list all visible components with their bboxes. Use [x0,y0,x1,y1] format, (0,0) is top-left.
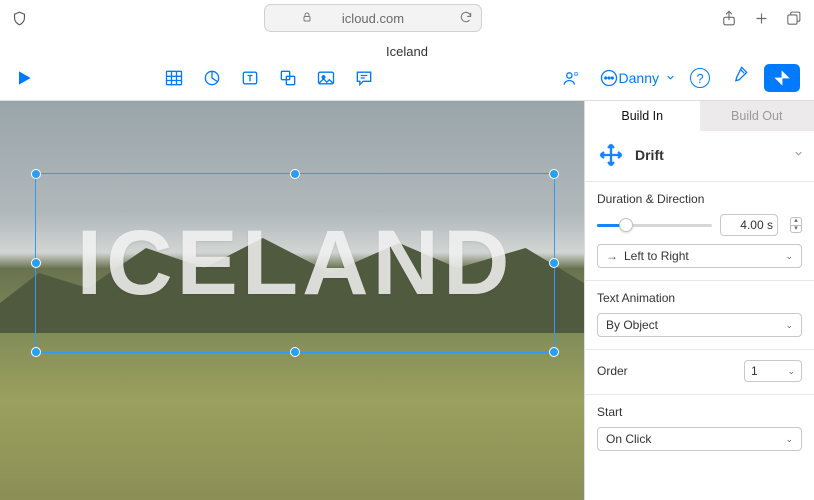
refresh-icon[interactable] [459,10,473,27]
insert-chart-icon[interactable] [202,68,222,88]
document-title: Iceland [14,40,800,65]
insert-shape-icon[interactable] [278,68,298,88]
account-chevron-icon[interactable] [665,70,676,86]
start-select[interactable]: On Click ⌄ [597,427,802,451]
insert-comment-icon[interactable] [354,68,374,88]
lock-icon [301,11,313,26]
text-animation-select[interactable]: By Object ⌄ [597,313,802,337]
more-icon[interactable] [599,68,619,88]
insert-table-icon[interactable] [164,68,184,88]
direction-select[interactable]: → Left to Right ⌄ [597,244,802,268]
duration-stepper[interactable]: ▴▾ [790,217,802,233]
play-button[interactable] [14,68,34,88]
animate-panel-icon[interactable] [764,64,800,92]
start-label: Start [597,405,802,419]
address-bar[interactable]: icloud.com [264,4,482,32]
resize-handle[interactable] [31,258,41,268]
privacy-shield-icon[interactable] [10,9,28,27]
duration-slider[interactable] [597,224,712,227]
slide-canvas[interactable]: ICELAND [0,101,584,500]
url-text: icloud.com [342,11,404,26]
resize-handle[interactable] [31,169,41,179]
text-selection-box[interactable]: ICELAND [35,173,555,353]
resize-handle[interactable] [549,347,559,357]
order-select[interactable]: 1 ⌄ [744,360,802,382]
insert-image-icon[interactable] [316,68,336,88]
tab-build-out[interactable]: Build Out [700,101,814,131]
new-tab-icon[interactable] [750,7,772,29]
resize-handle[interactable] [290,347,300,357]
collaborate-icon[interactable] [561,68,581,88]
duration-value[interactable]: 4.00 s [720,214,778,236]
share-icon[interactable] [718,7,740,29]
slide-text: ICELAND [36,174,554,352]
resize-handle[interactable] [549,258,559,268]
animate-inspector: Build In Build Out Drift Duration & Dire… [584,101,814,500]
resize-handle[interactable] [31,347,41,357]
duration-label: Duration & Direction [597,192,802,206]
tabs-overview-icon[interactable] [782,7,804,29]
account-name[interactable]: Danny [619,70,659,86]
resize-handle[interactable] [549,169,559,179]
effect-disclosure-icon[interactable] [793,148,804,162]
chevron-down-icon: ⌄ [787,366,795,377]
help-button[interactable]: ? [690,68,710,88]
chevron-down-icon: ⌄ [785,434,793,445]
format-brush-icon[interactable] [730,64,750,84]
drift-effect-icon [597,141,625,169]
chevron-down-icon: ⌄ [785,251,793,262]
effect-name: Drift [635,147,783,163]
insert-text-icon[interactable] [240,68,260,88]
chevron-down-icon: ⌄ [785,320,793,331]
tab-build-in[interactable]: Build In [585,101,700,131]
order-label: Order [597,364,628,378]
resize-handle[interactable] [290,169,300,179]
text-animation-label: Text Animation [597,291,802,305]
